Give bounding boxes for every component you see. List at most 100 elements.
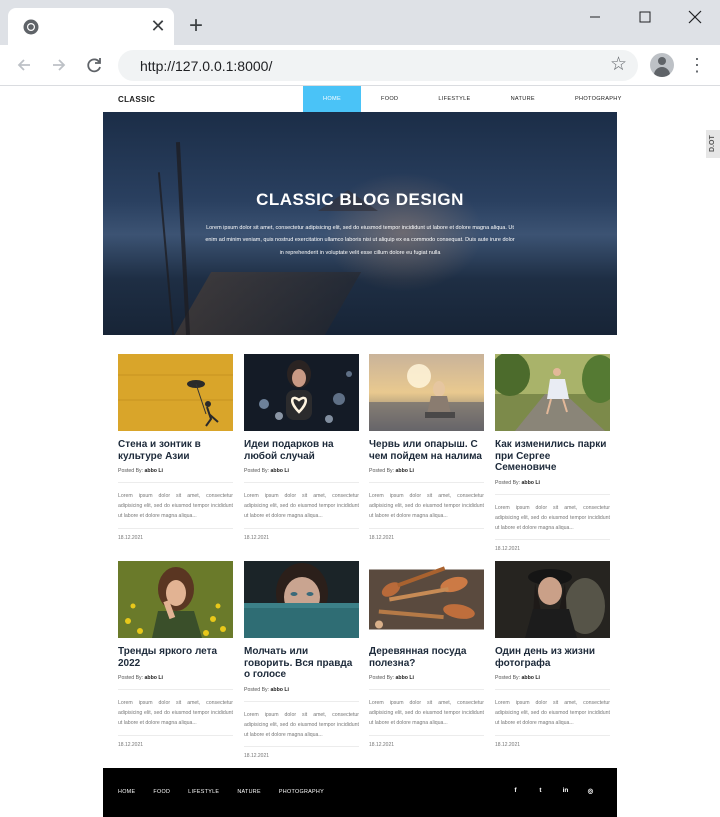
footer-nav-food[interactable]: FOOD (153, 789, 170, 795)
facebook-icon[interactable]: f (503, 787, 528, 795)
posted-by-label: Posted By: (369, 468, 395, 474)
chrome-icon (23, 19, 39, 35)
footer-nav-lifestyle[interactable]: LIFESTYLE (188, 789, 219, 795)
footer-nav-nature[interactable]: NATURE (237, 789, 261, 795)
posted-by-label: Posted By: (495, 479, 521, 486)
address-bar[interactable]: http://127.0.0.1:8000/ ☆ (118, 50, 638, 81)
footer-nav-home[interactable]: HOME (118, 789, 135, 795)
reload-icon[interactable] (83, 54, 105, 76)
post-author[interactable]: abbo Li (396, 468, 414, 474)
post-card[interactable]: Деревянная посуда полезна? Posted By: ab… (369, 561, 484, 748)
nav-nature[interactable]: NATURE (491, 86, 555, 112)
profile-avatar-icon[interactable] (650, 53, 674, 77)
post-title[interactable]: Идеи подарков на любой случай (244, 439, 359, 462)
nav-food[interactable]: FOOD (361, 86, 418, 112)
post-date: 18.12.2021 (495, 546, 521, 553)
post-date: 18.12.2021 (369, 741, 395, 748)
post-image-girl-sunset-lake[interactable] (369, 354, 484, 431)
url-text[interactable]: http://127.0.0.1:8000/ (140, 58, 272, 74)
web-page: CLASSIC HOME FOOD LIFESTYLE NATURE PHOTO… (0, 86, 720, 817)
post-title[interactable]: Тренды яркого лета 2022 (118, 646, 233, 669)
hero-image-pier (174, 272, 362, 335)
post-date: 18.12.2021 (369, 534, 395, 541)
post-author[interactable]: abbo Li (522, 480, 540, 486)
browser-tab-strip: ✕ + (0, 0, 720, 45)
post-excerpt: Lorem ipsum dolor sit amet, consectetur … (118, 698, 233, 736)
browser-tab[interactable]: ✕ (8, 8, 174, 45)
back-arrow-icon[interactable] (13, 54, 35, 76)
post-date: 18.12.2021 (244, 534, 270, 541)
post-image-woman-hat-smiling[interactable] (495, 561, 610, 638)
forward-arrow-icon[interactable] (48, 54, 70, 76)
nav-home[interactable]: HOME (303, 86, 361, 112)
post-date: 18.12.2021 (118, 534, 144, 541)
post-meta: Posted By: abbo Li (118, 468, 233, 483)
post-date: 18.12.2021 (495, 741, 521, 748)
post-excerpt: Lorem ipsum dolor sit amet, consectetur … (118, 491, 233, 529)
social-links: f t in ◎ (503, 787, 603, 795)
post-title[interactable]: Как изменились парки при Сергее Семенови… (495, 439, 610, 474)
new-tab-button[interactable]: + (184, 14, 208, 39)
post-meta: Posted By: abbo Li (369, 675, 484, 690)
post-author[interactable]: abbo Li (145, 675, 163, 681)
site-footer: HOME FOOD LIFESTYLE NATURE PHOTOGRAPHY f… (103, 768, 617, 817)
post-excerpt: Lorem ipsum dolor sit amet, consectetur … (495, 698, 610, 736)
post-card[interactable]: Как изменились парки при Сергее Семенови… (495, 354, 610, 552)
posted-by-label: Posted By: (244, 686, 270, 693)
bookmark-star-icon[interactable]: ☆ (610, 55, 627, 75)
post-excerpt: Lorem ipsum dolor sit amet, consectetur … (369, 491, 484, 529)
post-excerpt: Lorem ipsum dolor sit amet, consectetur … (495, 503, 610, 541)
post-card[interactable]: Молчать или говорить. Вся правда о голос… (244, 561, 359, 759)
post-card[interactable]: Тренды яркого лета 2022 Posted By: abbo … (118, 561, 233, 748)
side-tab[interactable]: D.OT (706, 130, 720, 158)
post-author[interactable]: abbo Li (145, 468, 163, 474)
site-logo[interactable]: CLASSIC (118, 95, 155, 104)
hero-text: Lorem ipsum dolor sit amet, consectetur … (205, 225, 515, 256)
linkedin-icon[interactable]: in (553, 787, 578, 795)
post-meta: Posted By: abbo Li (495, 675, 610, 690)
twitter-icon[interactable]: t (528, 787, 553, 795)
post-author[interactable]: abbo Li (271, 687, 289, 693)
post-image-yellow-wall-umbrella[interactable] (118, 354, 233, 431)
post-card[interactable]: Червь или опарыш. С чем пойдем на налима… (369, 354, 484, 541)
footer-nav-photography[interactable]: PHOTOGRAPHY (279, 789, 324, 795)
post-excerpt: Lorem ipsum dolor sit amet, consectetur … (244, 710, 359, 748)
post-meta: Posted By: abbo Li (244, 468, 359, 483)
dribbble-icon[interactable]: ◎ (578, 787, 603, 795)
post-meta: Posted By: abbo Li (244, 687, 359, 702)
close-window-icon[interactable] (684, 6, 706, 28)
post-card[interactable]: Стена и зонтик в культуре Азии Posted By… (118, 354, 233, 541)
post-card[interactable]: Идеи подарков на любой случай Posted By:… (244, 354, 359, 541)
post-image-woman-eyes-scarf[interactable] (244, 561, 359, 638)
nav-photography[interactable]: PHOTOGRAPHY (555, 86, 642, 112)
post-author[interactable]: abbo Li (271, 468, 289, 474)
browser-menu-icon[interactable]: ⋮ (688, 54, 706, 76)
hero-image-pole (175, 142, 191, 335)
post-excerpt: Lorem ipsum dolor sit amet, consectetur … (369, 698, 484, 736)
post-title[interactable]: Стена и зонтик в культуре Азии (118, 439, 233, 462)
minimize-icon[interactable] (584, 6, 606, 28)
post-author[interactable]: abbo Li (396, 675, 414, 681)
post-date: 18.12.2021 (244, 753, 270, 760)
browser-toolbar: http://127.0.0.1:8000/ ☆ ⋮ (0, 45, 720, 86)
post-image-woman-flowers[interactable] (118, 561, 233, 638)
post-image-girl-park-path[interactable] (495, 354, 610, 431)
post-image-girl-heart-lights[interactable] (244, 354, 359, 431)
post-meta: Posted By: abbo Li (369, 468, 484, 483)
posted-by-label: Posted By: (118, 675, 144, 681)
post-excerpt: Lorem ipsum dolor sit amet, consectetur … (244, 491, 359, 529)
post-title[interactable]: Один день из жизни фотографа (495, 646, 610, 669)
post-title[interactable]: Червь или опарыш. С чем пойдем на налима (369, 439, 484, 462)
nav-lifestyle[interactable]: LIFESTYLE (418, 86, 490, 112)
hero-banner: CLASSIC BLOG DESIGN Lorem ipsum dolor si… (103, 112, 617, 335)
post-card[interactable]: Один день из жизни фотографа Posted By: … (495, 561, 610, 748)
posted-by-label: Posted By: (118, 468, 144, 474)
footer-nav: HOME FOOD LIFESTYLE NATURE PHOTOGRAPHY (118, 789, 342, 795)
post-title[interactable]: Молчать или говорить. Вся правда о голос… (244, 646, 359, 681)
post-author[interactable]: abbo Li (522, 675, 540, 681)
post-title[interactable]: Деревянная посуда полезна? (369, 646, 484, 669)
close-tab-icon[interactable]: ✕ (148, 16, 168, 36)
posted-by-label: Posted By: (244, 468, 270, 474)
maximize-icon[interactable] (634, 6, 656, 28)
post-image-wooden-spoons[interactable] (369, 561, 484, 638)
